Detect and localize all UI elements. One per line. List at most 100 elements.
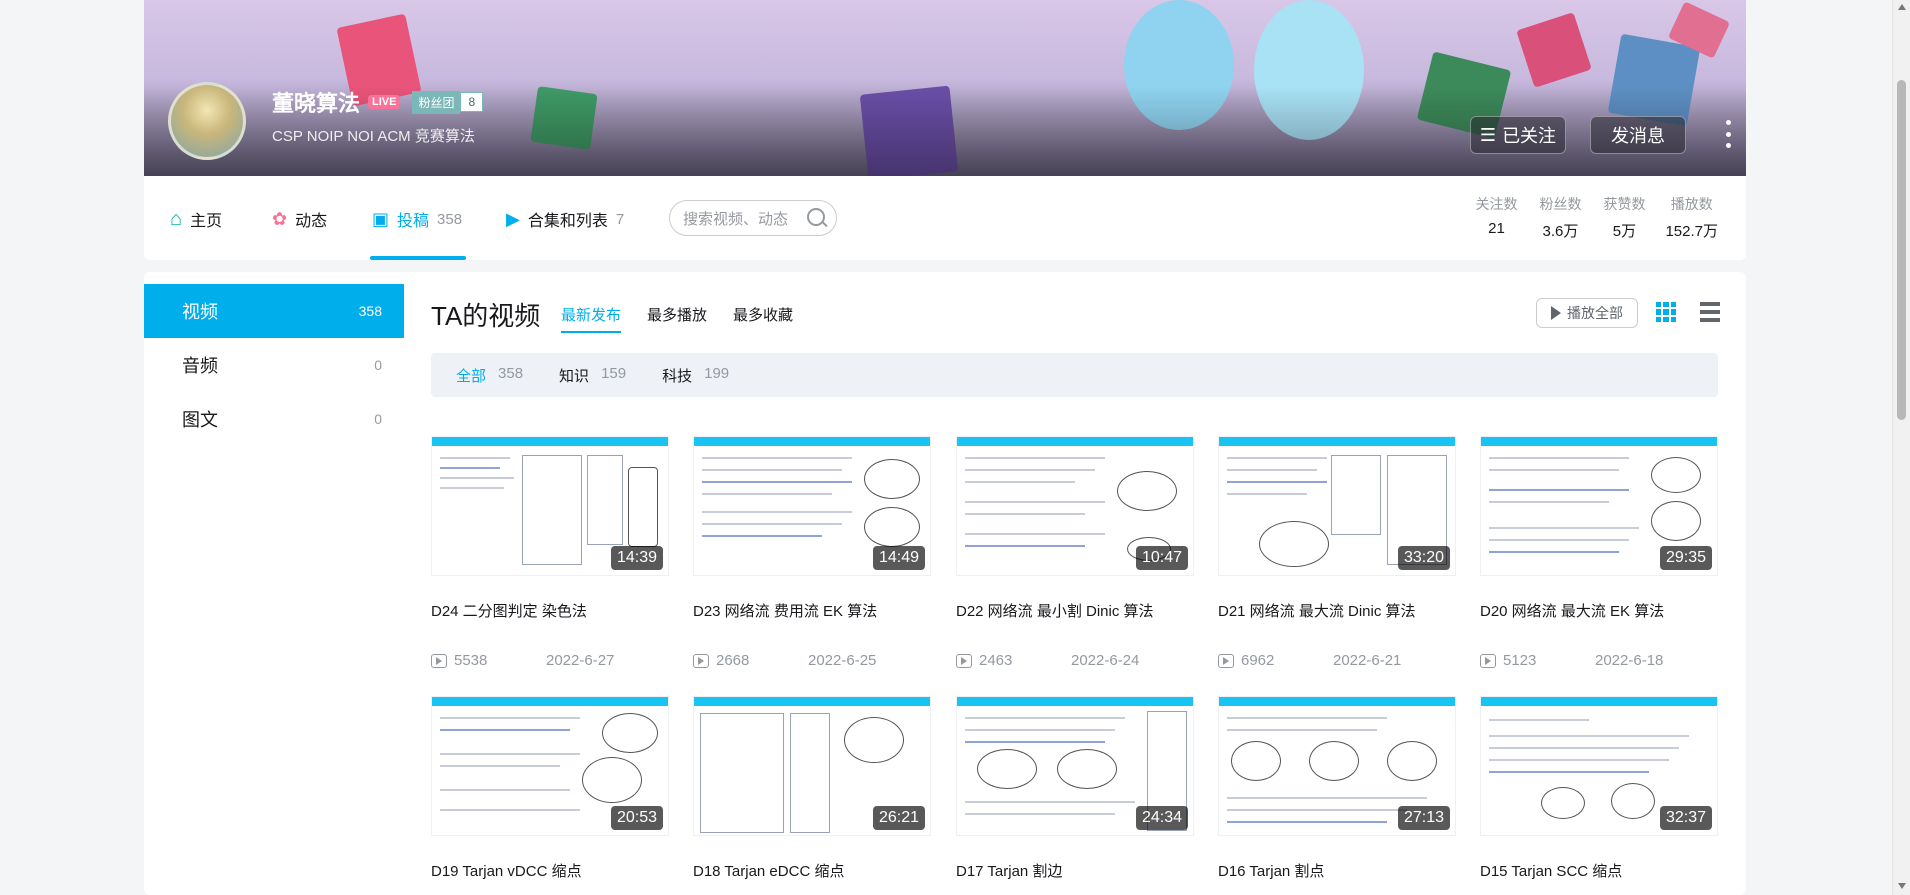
list-view-icon[interactable]	[1700, 302, 1720, 322]
video-thumbnail[interactable]: 33:20	[1218, 436, 1456, 576]
filter-count: 199	[704, 364, 730, 382]
video-thumbnail[interactable]: 14:39	[431, 436, 669, 576]
sort-tab-most-favorited[interactable]: 最多收藏	[733, 304, 793, 333]
stat-value: 152.7万	[1665, 223, 1718, 240]
play-count: 2463	[956, 652, 1012, 669]
video-meta: 6962 2022-6-21	[1218, 652, 1456, 669]
avatar[interactable]	[168, 82, 246, 160]
sidebar-item-count: 0	[374, 411, 382, 427]
video-thumbnail[interactable]: 26:21	[693, 696, 931, 836]
live-badge[interactable]: LIVE	[368, 95, 401, 109]
thumbnail-header	[1219, 697, 1455, 706]
home-icon: ⌂	[170, 207, 183, 230]
filter-tech[interactable]: 科技 199	[662, 365, 729, 386]
sidebar-item-count: 0	[374, 357, 382, 373]
stat-value: 3.6万	[1542, 223, 1579, 240]
menu-icon: ☰	[1479, 124, 1497, 145]
video-date: 2022-6-24	[1071, 652, 1140, 669]
posts-icon: ▣	[372, 208, 390, 229]
video-duration: 26:21	[872, 806, 925, 830]
tab-home[interactable]: ⌂ 主页	[170, 204, 222, 234]
filter-knowledge[interactable]: 知识 159	[559, 365, 626, 386]
page-title: TA的视频	[431, 301, 541, 331]
play-count: 6962	[1218, 652, 1274, 669]
play-count: 2668	[693, 652, 749, 669]
video-title[interactable]: D20 网络流 最大流 EK 算法	[1480, 600, 1718, 621]
thumbnail-header	[1481, 437, 1717, 446]
video-thumbnail[interactable]: 29:35	[1480, 436, 1718, 576]
stat-value: 5万	[1612, 223, 1637, 240]
scroll-up-icon[interactable]	[1898, 4, 1906, 10]
tab-dynamic[interactable]: ✿ 动态	[272, 204, 327, 234]
thumbnail-header	[694, 437, 930, 446]
more-options-icon[interactable]	[1722, 120, 1734, 148]
sort-tabs: 最新发布 最多播放 最多收藏	[561, 304, 793, 333]
filter-count: 159	[601, 364, 627, 382]
thumbnail-header	[1481, 697, 1717, 706]
tab-posts[interactable]: ▣ 投稿 358	[372, 204, 462, 234]
tab-posts-label: 投稿	[397, 213, 430, 230]
video-thumbnail[interactable]: 27:13	[1218, 696, 1456, 836]
tab-dynamic-label: 动态	[295, 213, 328, 230]
video-title[interactable]: D19 Tarjan vDCC 缩点	[431, 860, 669, 881]
tab-collections-label: 合集和列表	[527, 213, 608, 230]
search-icon[interactable]	[806, 207, 828, 229]
message-button[interactable]: 发消息	[1590, 116, 1686, 154]
video-thumbnail[interactable]: 20:53	[431, 696, 669, 836]
filter-label: 全部	[456, 367, 487, 385]
play-count-icon	[693, 653, 709, 668]
stat-followers[interactable]: 粉丝数 3.6万	[1537, 194, 1583, 241]
fans-badge-label: 粉丝团	[412, 90, 461, 114]
grid-view-icon[interactable]	[1656, 302, 1676, 322]
sidebar-item-audio[interactable]: 音频 0	[144, 338, 404, 392]
video-title[interactable]: D23 网络流 费用流 EK 算法	[693, 600, 931, 621]
sort-tab-latest[interactable]: 最新发布	[561, 304, 622, 333]
play-all-label: 播放全部	[1567, 305, 1623, 321]
play-count: 5123	[1480, 652, 1536, 669]
video-title[interactable]: D15 Tarjan SCC 缩点	[1480, 860, 1718, 881]
scroll-down-icon[interactable]	[1898, 883, 1906, 889]
signature: CSP NOIP NOI ACM 竞赛算法	[272, 128, 475, 145]
play-count-icon	[956, 653, 972, 668]
video-date: 2022-6-18	[1595, 652, 1664, 669]
tab-collections-count: 7	[615, 210, 625, 228]
video-thumbnail[interactable]: 32:37	[1480, 696, 1718, 836]
video-duration: 14:39	[610, 546, 663, 570]
username: 董晓算法 LIVE 粉丝团 8	[272, 86, 484, 118]
video-title[interactable]: D22 网络流 最小割 Dinic 算法	[956, 600, 1194, 621]
video-title[interactable]: D16 Tarjan 割点	[1218, 860, 1456, 881]
follow-button-label: 已关注	[1502, 126, 1557, 146]
thumbnail-header	[957, 437, 1193, 446]
stat-following[interactable]: 关注数 21	[1473, 194, 1519, 241]
video-title[interactable]: D21 网络流 最大流 Dinic 算法	[1218, 600, 1456, 621]
sidebar-item-video[interactable]: 视频 358	[144, 284, 404, 338]
video-thumbnail[interactable]: 10:47	[956, 436, 1194, 576]
sidebar-item-article[interactable]: 图文 0	[144, 392, 404, 446]
scrollbar-thumb[interactable]	[1897, 80, 1906, 420]
page-scrollbar[interactable]	[1892, 0, 1910, 895]
video-title[interactable]: D24 二分图判定 染色法	[431, 600, 669, 621]
dynamic-icon: ✿	[272, 208, 288, 229]
video-duration: 32:37	[1659, 806, 1712, 830]
sort-tab-most-played[interactable]: 最多播放	[647, 304, 707, 333]
stat-label: 粉丝数	[1539, 196, 1582, 212]
stat-label: 关注数	[1475, 196, 1518, 212]
filter-all[interactable]: 全部 358	[456, 365, 523, 386]
play-all-button[interactable]: 播放全部	[1536, 298, 1638, 328]
tab-collections[interactable]: ▶ 合集和列表 7	[506, 204, 624, 234]
follow-button[interactable]: ☰ 已关注	[1470, 116, 1566, 154]
sidebar-item-label: 视频	[182, 302, 218, 322]
thumbnail-header	[1219, 437, 1455, 446]
fans-badge[interactable]: 粉丝团 8	[412, 90, 484, 114]
video-thumbnail[interactable]: 14:49	[693, 436, 931, 576]
video-date: 2022-6-27	[546, 652, 615, 669]
tab-home-label: 主页	[190, 213, 223, 230]
video-thumbnail[interactable]: 24:34	[956, 696, 1194, 836]
video-title[interactable]: D18 Tarjan eDCC 缩点	[693, 860, 931, 881]
profile-stats: 关注数 21 粉丝数 3.6万 获赞数 5万 播放数 152.7万	[1473, 194, 1718, 241]
content-panel: 视频 358 音频 0 图文 0 TA的视频 最新发布 最多播放 最多收藏 播放…	[144, 272, 1746, 895]
username-text: 董晓算法	[272, 91, 361, 116]
thumbnail-header	[432, 697, 668, 706]
search-input[interactable]: 搜索视频、动态	[669, 200, 837, 236]
video-title[interactable]: D17 Tarjan 割边	[956, 860, 1194, 881]
